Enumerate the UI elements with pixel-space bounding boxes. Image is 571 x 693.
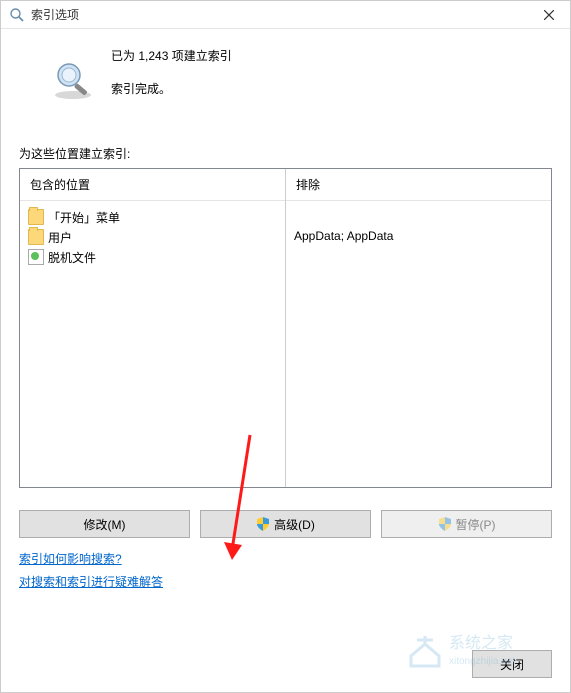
search-icon [9, 7, 25, 23]
titlebar: 索引选项 [1, 1, 570, 29]
included-column: 包含的位置 「开始」菜单 用户 脱机文件 [20, 169, 286, 487]
help-link-search[interactable]: 索引如何影响搜索? [19, 550, 122, 567]
excluded-list: AppData; AppData [286, 201, 551, 251]
indexing-options-dialog: 索引选项 已为 1,243 项建立索引 索引完成。 为这些位置建立索引: [0, 0, 571, 693]
footer: 关闭 [1, 640, 570, 692]
status-block: 已为 1,243 项建立索引 索引完成。 [19, 47, 552, 105]
list-item[interactable]: 「开始」菜单 [26, 207, 279, 227]
uac-shield-icon [256, 517, 270, 531]
window-title: 索引选项 [31, 6, 528, 23]
included-list[interactable]: 「开始」菜单 用户 脱机文件 [20, 201, 285, 273]
advanced-button[interactable]: 高级(D) [200, 510, 371, 538]
excluded-header: 排除 [286, 169, 551, 201]
item-label: 「开始」菜单 [48, 209, 120, 226]
indexed-count-text: 已为 1,243 项建立索引 [111, 47, 232, 64]
item-label: 脱机文件 [48, 249, 96, 266]
button-label: 高级(D) [274, 516, 315, 533]
excluded-column: 排除 AppData; AppData [286, 169, 551, 487]
folder-icon [28, 229, 44, 245]
close-button[interactable] [528, 1, 570, 29]
magnifier-icon [49, 57, 97, 105]
content-area: 已为 1,243 项建立索引 索引完成。 为这些位置建立索引: 包含的位置 「开… [1, 29, 570, 640]
help-links: 索引如何影响搜索? 对搜索和索引进行疑难解答 [19, 550, 552, 596]
included-header: 包含的位置 [20, 169, 285, 201]
modify-button[interactable]: 修改(M) [19, 510, 190, 538]
locations-box: 包含的位置 「开始」菜单 用户 脱机文件 [19, 168, 552, 488]
indexing-status-text: 索引完成。 [111, 80, 232, 97]
list-item[interactable]: 脱机文件 [26, 247, 279, 267]
button-row: 修改(M) 高级(D) 暂停(P) [19, 510, 552, 538]
excluded-text: AppData; AppData [292, 227, 545, 245]
button-label: 修改(M) [84, 516, 126, 533]
locations-label: 为这些位置建立索引: [19, 145, 552, 162]
close-dialog-button[interactable]: 关闭 [472, 650, 552, 678]
list-item[interactable]: 用户 [26, 227, 279, 247]
uac-shield-icon [438, 517, 452, 531]
offline-files-icon [28, 249, 44, 265]
button-label: 关闭 [500, 656, 524, 673]
status-text: 已为 1,243 项建立索引 索引完成。 [111, 47, 232, 97]
item-label: 用户 [48, 229, 72, 246]
folder-icon [28, 209, 44, 225]
pause-button: 暂停(P) [381, 510, 552, 538]
button-label: 暂停(P) [456, 516, 496, 533]
help-link-troubleshoot[interactable]: 对搜索和索引进行疑难解答 [19, 573, 163, 590]
